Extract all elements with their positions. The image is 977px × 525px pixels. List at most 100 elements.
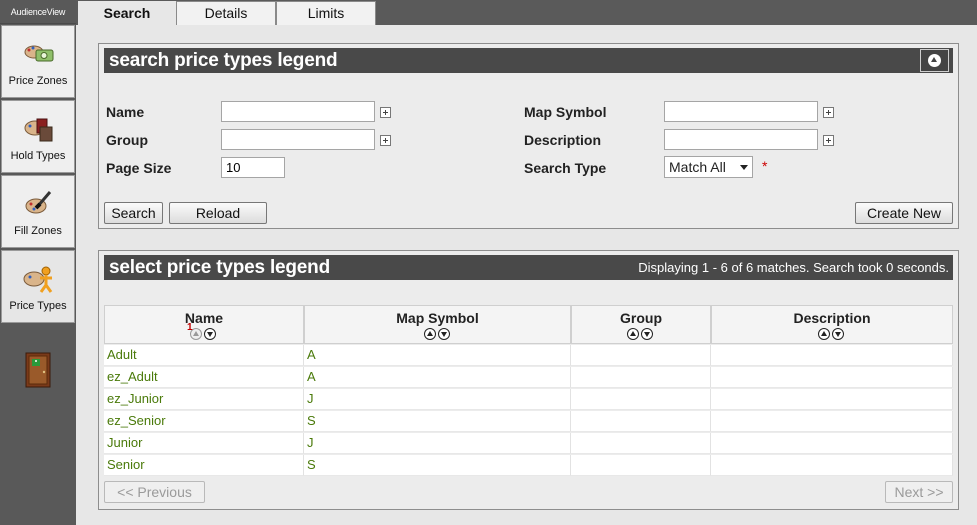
column-header-label: Map Symbol xyxy=(396,310,479,326)
page-size-label: Page Size xyxy=(106,160,172,176)
sort-rank-badge: 1 xyxy=(187,322,193,333)
collapse-button[interactable] xyxy=(920,49,949,72)
search-type-selected-value: Match All xyxy=(669,159,726,175)
exit-door-icon[interactable] xyxy=(24,352,52,388)
cell-group xyxy=(571,433,711,454)
map-symbol-expand-plus-icon[interactable] xyxy=(823,107,834,118)
sort-controls xyxy=(818,328,846,340)
sort-controls xyxy=(423,328,452,340)
tab-details[interactable]: Details xyxy=(176,1,276,25)
search-panel: search price types legend Name Group Pag… xyxy=(98,43,959,229)
map-symbol-input[interactable] xyxy=(664,101,818,122)
cell-group xyxy=(571,367,711,388)
search-panel-title: search price types legend xyxy=(109,50,338,71)
sort-ascending-icon[interactable] xyxy=(818,328,830,340)
search-panel-header: search price types legend xyxy=(104,48,953,73)
page-size-input[interactable] xyxy=(221,157,285,178)
cell-description xyxy=(711,389,953,410)
chevron-down-icon xyxy=(740,165,748,170)
cell-map-symbol: A xyxy=(304,367,571,388)
cell-description xyxy=(711,345,953,366)
tab-limits[interactable]: Limits xyxy=(276,1,376,25)
name-expand-plus-icon[interactable] xyxy=(380,107,391,118)
sidebar-item-fill-zones[interactable]: Fill Zones xyxy=(1,175,75,248)
column-header-label: Group xyxy=(620,310,662,326)
sidebar-item-price-types[interactable]: Price Types xyxy=(1,250,75,323)
table-row[interactable]: ez_Adult A xyxy=(104,367,953,389)
column-header-description[interactable]: Description xyxy=(711,305,953,344)
results-status-text: Displaying 1 - 6 of 6 matches. Search to… xyxy=(638,260,949,275)
collapse-up-icon xyxy=(928,54,941,67)
map-symbol-label: Map Symbol xyxy=(524,104,607,120)
required-marker: * xyxy=(762,158,768,174)
hold-types-icon xyxy=(24,118,53,142)
sidebar-item-price-zones[interactable]: Price Zones xyxy=(1,25,75,98)
table-row[interactable]: Junior J xyxy=(104,433,953,455)
tab-bar: Search Details Limits xyxy=(76,0,977,26)
column-header-map-symbol[interactable]: Map Symbol xyxy=(304,305,571,344)
price-zones-icon xyxy=(24,45,54,62)
main-content: Search Details Limits search price types… xyxy=(76,0,977,525)
results-panel-title: select price types legend xyxy=(109,257,330,278)
description-label: Description xyxy=(524,132,602,148)
sort-controls: 1 xyxy=(187,322,218,340)
sort-descending-icon[interactable] xyxy=(204,328,216,340)
cell-map-symbol: J xyxy=(304,389,571,410)
cell-name[interactable]: Senior xyxy=(104,455,304,476)
sidebar-item-hold-types[interactable]: Hold Types xyxy=(1,100,75,173)
table-row[interactable]: Adult A xyxy=(104,345,953,367)
cell-name[interactable]: Junior xyxy=(104,433,304,454)
table-row[interactable]: ez_Senior S xyxy=(104,411,953,433)
brand-label: AudienceView xyxy=(0,0,76,24)
table-row[interactable]: ez_Junior J xyxy=(104,389,953,411)
sort-ascending-icon[interactable] xyxy=(423,328,436,340)
cell-name[interactable]: ez_Adult xyxy=(104,367,304,388)
column-header-label: Description xyxy=(793,310,871,326)
column-header-name[interactable]: Name 1 xyxy=(104,305,304,344)
price-types-icon xyxy=(23,266,53,293)
column-header-group[interactable]: Group xyxy=(571,305,711,344)
sort-descending-icon[interactable] xyxy=(641,328,653,340)
tab-search[interactable]: Search xyxy=(78,1,176,26)
description-expand-plus-icon[interactable] xyxy=(823,135,834,146)
reload-button[interactable]: Reload xyxy=(169,202,267,224)
results-panel-header: select price types legend Displaying 1 -… xyxy=(104,255,953,280)
group-input[interactable] xyxy=(221,129,375,150)
table-row[interactable]: Senior S xyxy=(104,455,953,477)
sort-descending-icon[interactable] xyxy=(832,328,844,340)
sidebar-item-label: Price Types xyxy=(9,300,67,312)
cell-group xyxy=(571,411,711,432)
name-input[interactable] xyxy=(221,101,375,122)
previous-page-button[interactable]: << Previous xyxy=(104,481,205,503)
sort-descending-icon[interactable] xyxy=(437,328,450,340)
sidebar-item-label: Price Zones xyxy=(8,75,68,87)
cell-map-symbol: S xyxy=(304,411,571,432)
cell-group xyxy=(571,389,711,410)
cell-name[interactable]: ez_Senior xyxy=(104,411,304,432)
results-panel: select price types legend Displaying 1 -… xyxy=(98,250,959,510)
sort-controls xyxy=(627,328,655,340)
group-label: Group xyxy=(106,132,148,148)
cell-name[interactable]: Adult xyxy=(104,345,304,366)
group-expand-plus-icon[interactable] xyxy=(380,135,391,146)
cell-description xyxy=(711,455,953,476)
create-new-button[interactable]: Create New xyxy=(855,202,953,224)
cell-name[interactable]: ez_Junior xyxy=(104,389,304,410)
description-input[interactable] xyxy=(664,129,818,150)
next-page-button[interactable]: Next >> xyxy=(885,481,953,503)
cell-group xyxy=(571,345,711,366)
cell-group xyxy=(571,455,711,476)
cell-map-symbol: J xyxy=(304,433,571,454)
cell-description xyxy=(711,433,953,454)
sidebar-item-label: Fill Zones xyxy=(14,225,62,237)
left-sidebar: AudienceView Price Zones Hold Types Fill… xyxy=(0,0,76,525)
cell-description xyxy=(711,411,953,432)
cell-map-symbol: A xyxy=(304,345,571,366)
sort-ascending-icon[interactable]: 1 xyxy=(187,322,202,340)
sort-ascending-icon[interactable] xyxy=(627,328,639,340)
column-header-label: Name xyxy=(184,310,224,326)
search-type-select[interactable]: Match All xyxy=(664,156,753,178)
search-button[interactable]: Search xyxy=(104,202,163,224)
name-label: Name xyxy=(106,104,145,120)
cell-map-symbol: S xyxy=(304,455,571,476)
